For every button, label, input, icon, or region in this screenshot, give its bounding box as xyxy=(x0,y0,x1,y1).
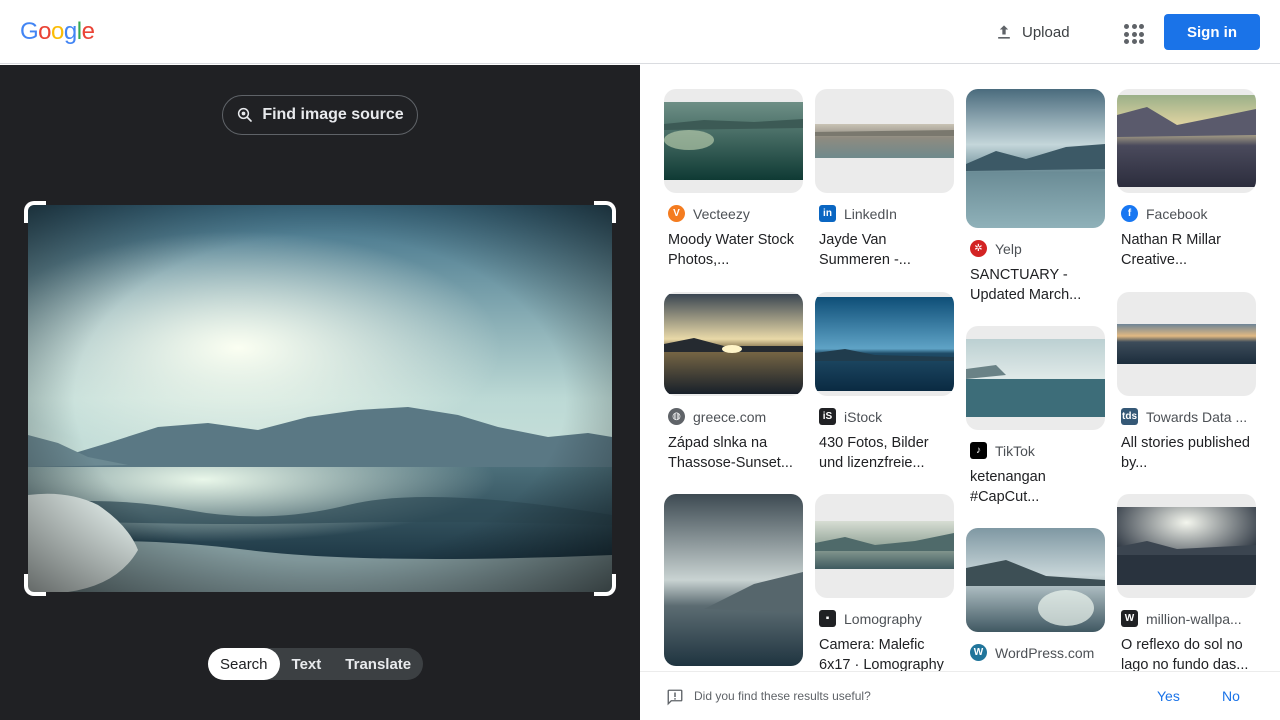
result-source: tds Towards Data ... xyxy=(1117,408,1256,425)
result-source-name: WordPress.com xyxy=(995,644,1095,661)
result-source: f Facebook xyxy=(1117,205,1256,222)
result-thumbnail xyxy=(1117,494,1256,598)
query-image-panel: Find image source Search Text Translate xyxy=(0,65,640,720)
crop-handle-bottom-left[interactable] xyxy=(24,574,46,596)
vecteezy-icon: V xyxy=(668,205,685,222)
result-thumbnail xyxy=(664,494,803,666)
result-thumbnail xyxy=(815,89,954,193)
result-thumbnail xyxy=(966,326,1105,430)
result-source: ♪ TikTok xyxy=(966,442,1105,459)
result-thumbnail xyxy=(815,292,954,396)
crop-selection[interactable] xyxy=(24,201,616,596)
mode-switcher: Search Text Translate xyxy=(208,648,424,680)
logo-letter: g xyxy=(63,18,77,45)
feedback-no-button[interactable]: No xyxy=(1222,688,1240,704)
result-thumbnail xyxy=(966,89,1105,228)
google-logo[interactable]: Google xyxy=(20,18,95,46)
visual-matches-grid: V Vecteezy Moody Water Stock Photos,... ◍… xyxy=(640,65,1280,671)
result-card[interactable]: f Facebook Nathan R Millar Creative... xyxy=(1117,89,1256,270)
result-title: Moody Water Stock Photos,... xyxy=(668,232,794,268)
result-source-name: million-wallpa... xyxy=(1146,610,1242,627)
logo-letter: e xyxy=(81,18,95,45)
find-image-source-button[interactable]: Find image source xyxy=(222,95,418,135)
linkedin-icon: in xyxy=(819,205,836,222)
result-source: ◍ greece.com xyxy=(664,408,803,425)
result-source: ▪ Lomography xyxy=(815,610,954,627)
wallpaper-site-icon: W xyxy=(1121,610,1138,627)
lens-search-icon xyxy=(238,107,253,122)
result-title: Západ slnka na Thassose-Sunset... xyxy=(668,435,793,471)
result-thumbnail xyxy=(1117,89,1256,193)
result-title: 430 Fotos, Bilder und lizenzfreie... xyxy=(819,435,929,471)
result-source: V Vecteezy xyxy=(664,205,803,222)
result-source-name: LinkedIn xyxy=(844,205,897,222)
result-source-name: Vecteezy xyxy=(693,205,750,222)
crop-handle-top-right[interactable] xyxy=(594,201,616,223)
result-source: in LinkedIn xyxy=(815,205,954,222)
query-image xyxy=(28,205,612,592)
result-source-name: TikTok xyxy=(995,442,1035,459)
logo-letter: o xyxy=(38,18,52,45)
top-bar: Google Upload Sign in xyxy=(0,0,1280,64)
tab-search[interactable]: Search xyxy=(208,648,280,680)
result-source: Wmillion-wallpa... xyxy=(1117,610,1256,627)
result-title: Camera: Malefic 6x17 · Lomography xyxy=(819,637,944,671)
apps-grid-icon[interactable] xyxy=(1116,16,1148,48)
result-card[interactable]: V Vecteezy Moody Water Stock Photos,... xyxy=(664,89,803,270)
feedback-bar: Did you find these results useful? Yes N… xyxy=(640,671,1280,720)
result-thumbnail xyxy=(815,494,954,598)
result-thumbnail xyxy=(664,89,803,193)
tiktok-icon: ♪ xyxy=(970,442,987,459)
tab-translate[interactable]: Translate xyxy=(333,648,423,680)
result-title: SANCTUARY - Updated March... xyxy=(970,267,1082,303)
result-title: O reflexo do sol no lago no fundo das... xyxy=(1121,637,1249,671)
result-card[interactable]: tds Towards Data ... All stories publishe… xyxy=(1117,292,1256,473)
result-source-name: greece.com xyxy=(693,408,767,425)
result-card[interactable]: ▪ Lomography Camera: Malefic 6x17 · Lomog… xyxy=(815,494,954,671)
result-title: ketenangan #CapCut... xyxy=(970,469,1046,505)
upload-icon xyxy=(998,25,1010,39)
result-card[interactable]: iS iStock 430 Fotos, Bilder und lizenzfre… xyxy=(815,292,954,473)
feedback-question: Did you find these results useful? xyxy=(694,689,871,703)
yelp-icon: ✲ xyxy=(970,240,987,257)
facebook-icon: f xyxy=(1121,205,1138,222)
result-source-name: Yelp xyxy=(995,240,1022,257)
logo-letter: o xyxy=(51,18,64,45)
crop-handle-top-left[interactable] xyxy=(24,201,46,223)
result-card[interactable]: in LinkedIn Jayde Van Summeren -... xyxy=(815,89,954,270)
result-title: Jayde Van Summeren -... xyxy=(819,232,911,268)
result-thumbnail xyxy=(966,528,1105,632)
feedback-yes-button[interactable]: Yes xyxy=(1157,688,1180,704)
tds-icon: tds xyxy=(1121,408,1138,425)
crop-handle-bottom-right[interactable] xyxy=(594,574,616,596)
result-thumbnail xyxy=(664,292,803,396)
result-card[interactable]: Wmillion-wallpa... O reflexo do sol no l… xyxy=(1117,494,1256,671)
result-card[interactable]: ◍ greece.com Západ slnka na Thassose-Suns… xyxy=(664,292,803,473)
tab-text[interactable]: Text xyxy=(280,648,334,680)
logo-letter: G xyxy=(20,18,39,45)
globe-icon: ◍ xyxy=(668,408,685,425)
result-source: ✲ Yelp xyxy=(966,240,1105,257)
istock-icon: iS xyxy=(819,408,836,425)
camera-icon: ▪ xyxy=(819,610,836,627)
result-source: W WordPress.com xyxy=(966,644,1105,661)
feedback-icon xyxy=(667,689,683,706)
result-card[interactable]: W WordPress.com xyxy=(966,528,1105,661)
upload-button[interactable]: Upload xyxy=(986,14,1078,50)
result-source-name: Towards Data ... xyxy=(1146,408,1248,425)
result-title: Nathan R Millar Creative... xyxy=(1121,232,1221,268)
result-card[interactable]: ✲ Yelp SANCTUARY - Updated March... xyxy=(966,89,1105,305)
result-source-name: Lomography xyxy=(844,610,922,627)
result-title: All stories published by... xyxy=(1121,435,1250,471)
result-source-name: Facebook xyxy=(1146,205,1208,222)
upload-label: Upload xyxy=(1022,23,1070,41)
result-card[interactable]: ♪ TikTok ketenangan #CapCut... xyxy=(966,326,1105,507)
result-thumbnail xyxy=(1117,292,1256,396)
result-source-name: iStock xyxy=(844,408,883,425)
result-card[interactable] xyxy=(664,494,803,666)
find-image-source-label: Find image source xyxy=(262,106,404,123)
wordpress-icon: W xyxy=(970,644,987,661)
sign-in-button[interactable]: Sign in xyxy=(1164,14,1260,50)
result-source: iS iStock xyxy=(815,408,954,425)
